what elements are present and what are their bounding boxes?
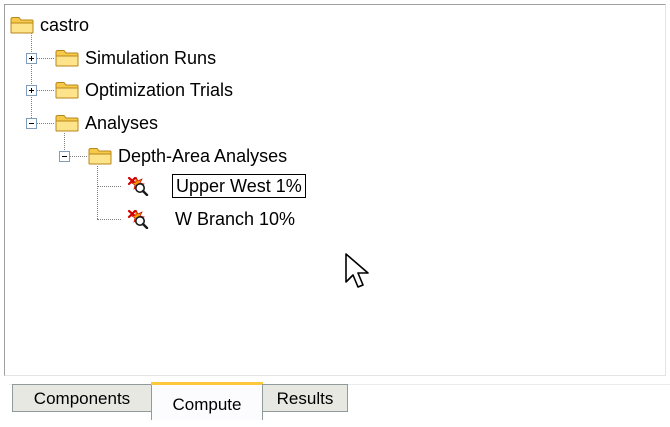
depth-area-analysis-icon — [127, 176, 149, 196]
expand-plus-icon[interactable] — [26, 53, 37, 64]
collapse-minus-icon[interactable] — [26, 118, 37, 129]
tree-connector-w-branch — [97, 219, 121, 220]
tree-connector-upper-west — [97, 186, 121, 187]
tree-node-upper-west-selected[interactable]: Upper West 1% — [172, 174, 306, 198]
tree-connector-depth-area-children — [97, 166, 98, 219]
tree-node-simulation-runs[interactable]: Simulation Runs — [82, 46, 219, 70]
tree-node-w-branch[interactable]: W Branch 10% — [172, 207, 298, 231]
folder-open-icon — [88, 147, 112, 165]
tree-node-depth-area-analyses[interactable]: Depth-Area Analyses — [115, 144, 290, 168]
tree-connector-root — [31, 33, 32, 124]
folder-open-icon — [10, 16, 34, 34]
folder-icon — [55, 49, 79, 67]
tab-compute[interactable]: Compute — [151, 382, 263, 420]
tab-components[interactable]: Components — [12, 384, 152, 412]
tree-node-optimization-trials[interactable]: Optimization Trials — [82, 78, 236, 102]
collapse-minus-icon[interactable] — [59, 151, 70, 162]
expand-plus-icon[interactable] — [26, 85, 37, 96]
folder-open-icon — [55, 114, 79, 132]
folder-icon — [55, 81, 79, 99]
tree-connector-simulation — [36, 58, 54, 59]
tree-connector-depth-area — [69, 156, 87, 157]
tree-node-root-label[interactable]: castro — [37, 13, 92, 37]
tree-connector-optimization — [36, 90, 54, 91]
mouse-pointer-icon — [345, 253, 369, 288]
depth-area-analysis-icon — [127, 209, 149, 229]
tree-node-analyses[interactable]: Analyses — [82, 111, 161, 135]
tab-results[interactable]: Results — [262, 384, 348, 412]
tree-connector-analyses — [36, 123, 54, 124]
